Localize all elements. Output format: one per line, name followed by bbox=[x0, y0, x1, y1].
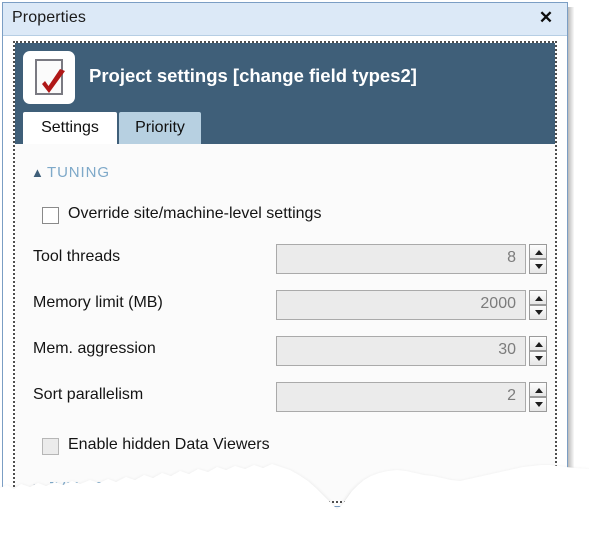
chevron-down-icon: ▼ bbox=[31, 480, 45, 495]
field-label-memory-limit: Memory limit (MB) bbox=[33, 294, 163, 311]
input-value-mem-aggression: 30 bbox=[498, 341, 516, 358]
chevron-up-icon: ▲ bbox=[31, 165, 45, 180]
spinner-tool-threads[interactable]: 8 bbox=[276, 244, 547, 274]
checkbox-label-override: Override site/machine-level settings bbox=[68, 205, 322, 222]
checked-document-icon bbox=[23, 51, 75, 104]
close-icon[interactable]: ✕ bbox=[536, 8, 556, 28]
section-label-jvm-settings: JVM SETTINGS bbox=[47, 479, 167, 496]
spinner-mem-aggression[interactable]: 30 bbox=[276, 336, 547, 366]
spinner-buttons-tool-threads bbox=[529, 244, 547, 274]
field-label-tool-threads: Tool threads bbox=[33, 248, 121, 265]
tabstrip: Settings Priority bbox=[15, 112, 555, 144]
spinner-up-mem-aggression[interactable] bbox=[529, 336, 547, 351]
red-checkmark-icon bbox=[42, 69, 65, 93]
input-value-memory-limit: 2000 bbox=[480, 295, 516, 312]
section-header-tuning[interactable]: ▲ TUNING bbox=[31, 164, 110, 181]
input-value-sort-parallelism: 2 bbox=[507, 387, 516, 404]
field-label-sort-parallelism: Sort parallelism bbox=[33, 386, 144, 403]
triangle-up-icon bbox=[535, 388, 543, 393]
input-mem-aggression[interactable]: 30 bbox=[276, 336, 526, 366]
panel-header: Project settings [change field types2] bbox=[15, 43, 555, 112]
field-label-mem-aggression: Mem. aggression bbox=[33, 340, 156, 357]
triangle-down-icon bbox=[535, 310, 543, 315]
triangle-down-icon bbox=[535, 402, 543, 407]
field-row-tool-threads: Tool threads 8 bbox=[15, 244, 555, 274]
spinner-buttons-memory-limit bbox=[529, 290, 547, 320]
input-sort-parallelism[interactable]: 2 bbox=[276, 382, 526, 412]
input-tool-threads[interactable]: 8 bbox=[276, 244, 526, 274]
spinner-down-sort-parallelism[interactable] bbox=[529, 397, 547, 412]
section-header-jvm-settings[interactable]: ▼ JVM SETTINGS bbox=[31, 479, 167, 496]
triangle-up-icon bbox=[535, 296, 543, 301]
triangle-up-icon bbox=[535, 342, 543, 347]
spinner-down-memory-limit[interactable] bbox=[529, 305, 547, 320]
spinner-up-sort-parallelism[interactable] bbox=[529, 382, 547, 397]
checkbox-override[interactable] bbox=[42, 207, 59, 224]
spinner-up-memory-limit[interactable] bbox=[529, 290, 547, 305]
field-row-mem-aggression: Mem. aggression 30 bbox=[15, 336, 555, 366]
field-row-memory-limit: Memory limit (MB) 2000 bbox=[15, 290, 555, 320]
properties-window: Properties ✕ Project settings [change fi… bbox=[2, 2, 568, 507]
settings-body: ▲ TUNING Override site/machine-level sett… bbox=[15, 144, 555, 501]
field-row-sort-parallelism: Sort parallelism 2 bbox=[15, 382, 555, 412]
input-value-tool-threads: 8 bbox=[507, 249, 516, 266]
triangle-up-icon bbox=[535, 250, 543, 255]
properties-panel: Project settings [change field types2] S… bbox=[13, 41, 557, 503]
triangle-down-icon bbox=[535, 356, 543, 361]
spinner-memory-limit[interactable]: 2000 bbox=[276, 290, 547, 320]
spinner-buttons-sort-parallelism bbox=[529, 382, 547, 412]
window-titlebar: Properties ✕ bbox=[3, 3, 567, 36]
spinner-up-tool-threads[interactable] bbox=[529, 244, 547, 259]
section-label-tuning: TUNING bbox=[47, 164, 110, 181]
spinner-sort-parallelism[interactable]: 2 bbox=[276, 382, 547, 412]
checkbox-enable-hidden-data-viewers[interactable] bbox=[42, 438, 59, 455]
window-title: Properties bbox=[12, 9, 86, 26]
checkbox-label-enable-hidden-data-viewers: Enable hidden Data Viewers bbox=[68, 436, 270, 453]
page-title: Project settings [change field types2] bbox=[89, 65, 417, 86]
tab-settings[interactable]: Settings bbox=[23, 112, 117, 144]
input-memory-limit[interactable]: 2000 bbox=[276, 290, 526, 320]
spinner-down-mem-aggression[interactable] bbox=[529, 351, 547, 366]
window-shadow bbox=[568, 7, 574, 507]
spinner-buttons-mem-aggression bbox=[529, 336, 547, 366]
screenshot-root: Properties ✕ Project settings [change fi… bbox=[0, 0, 589, 553]
spinner-down-tool-threads[interactable] bbox=[529, 259, 547, 274]
tab-priority[interactable]: Priority bbox=[119, 112, 201, 144]
triangle-down-icon bbox=[535, 264, 543, 269]
